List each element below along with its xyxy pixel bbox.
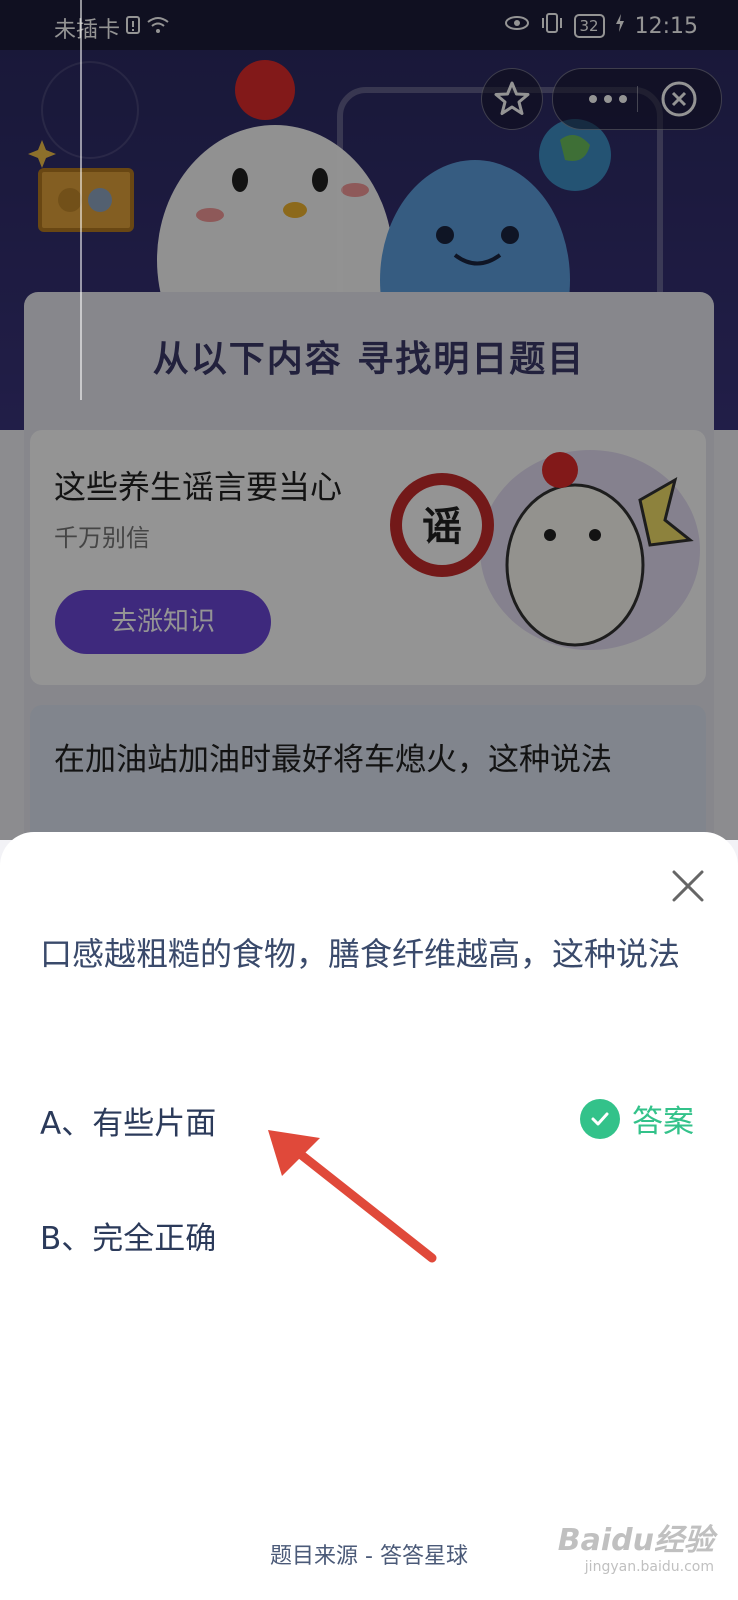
baidu-watermark: Baidu经验 jingyan.baidu.com bbox=[558, 1515, 714, 1575]
watermark-sub: jingyan.baidu.com bbox=[584, 1559, 714, 1575]
watermark-main: Baidu经验 bbox=[557, 1523, 714, 1558]
question-text: 口感越粗糙的食物，膳食纤维越高，这种说法 bbox=[40, 935, 681, 973]
correct-answer-tag: 答案 bbox=[580, 1096, 694, 1141]
close-icon bbox=[672, 870, 704, 902]
option-a[interactable]: A、有些片面 bbox=[40, 1098, 216, 1143]
option-b[interactable]: B、完全正确 bbox=[40, 1213, 216, 1258]
close-sheet-button[interactable] bbox=[668, 866, 708, 906]
answer-label: 答案 bbox=[632, 1104, 694, 1140]
guide-line bbox=[80, 0, 82, 400]
dim-overlay[interactable] bbox=[0, 0, 738, 840]
check-icon bbox=[580, 1098, 620, 1139]
arrow-annotation bbox=[260, 1130, 450, 1270]
